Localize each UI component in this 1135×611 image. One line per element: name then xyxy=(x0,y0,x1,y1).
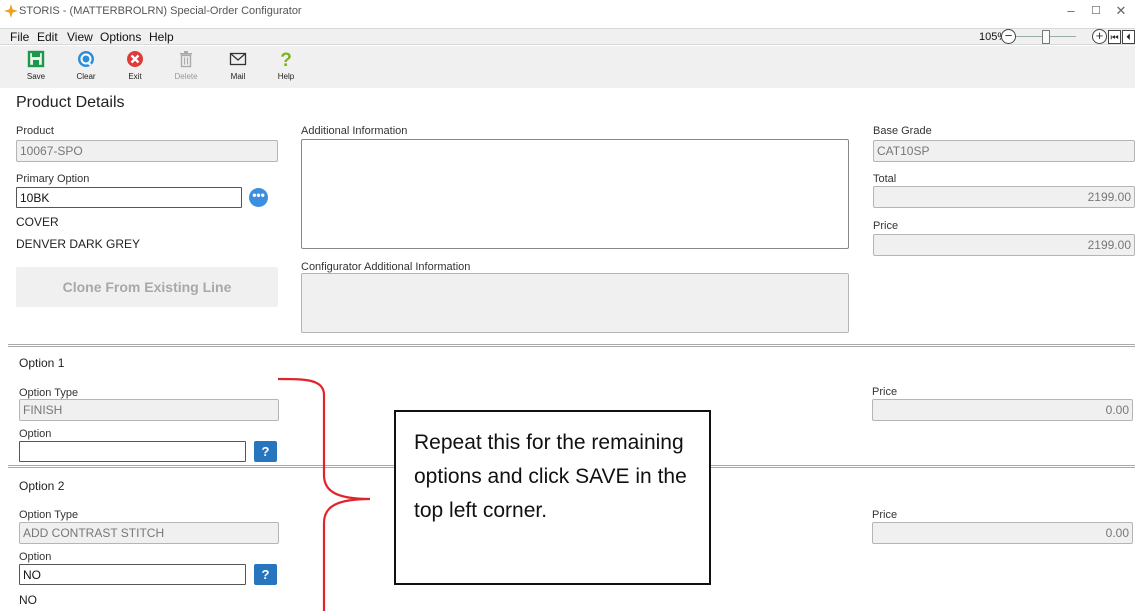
base-grade-label: Base Grade xyxy=(873,125,932,137)
option-1-heading: Option 1 xyxy=(19,356,65,370)
option-1-type-field: FINISH xyxy=(19,399,279,421)
minimize-button[interactable]: – xyxy=(1059,2,1083,20)
exit-icon xyxy=(127,51,143,67)
help-label: Help xyxy=(277,72,295,81)
clear-icon xyxy=(78,51,94,67)
zoom-in-button[interactable]: + xyxy=(1092,29,1107,44)
previous-page-icon[interactable]: ⏴ xyxy=(1122,30,1135,44)
menu-help[interactable]: Help xyxy=(149,29,174,45)
configurator-additional-information-label: Configurator Additional Information xyxy=(301,261,471,273)
menu-view[interactable]: View xyxy=(67,29,93,45)
exit-label: Exit xyxy=(128,72,142,81)
more-options-button[interactable]: ••• xyxy=(249,188,268,207)
option-2-option-input[interactable]: NO xyxy=(19,564,246,585)
base-grade-field: CAT10SP xyxy=(873,140,1135,162)
clear-label: Clear xyxy=(76,72,96,81)
help-toolbar-button[interactable]: ? Help xyxy=(266,50,306,81)
clone-from-existing-line-button[interactable]: Clone From Existing Line xyxy=(16,267,278,307)
mail-label: Mail xyxy=(230,72,246,81)
option-1-divider xyxy=(8,344,1135,347)
save-label: Save xyxy=(26,72,46,81)
window-title: STORIS - (MATTERBROLRN) Special-Order Co… xyxy=(19,5,302,17)
option-2-type-label: Option Type xyxy=(19,509,79,521)
mail-button[interactable]: Mail xyxy=(218,50,258,81)
primary-option-label: Primary Option xyxy=(16,173,90,185)
configurator-additional-information-textarea xyxy=(301,273,849,333)
option-2-type-field: ADD CONTRAST STITCH xyxy=(19,522,279,544)
svg-text:?: ? xyxy=(280,50,292,68)
product-label: Product xyxy=(16,125,54,137)
option-1-type-label: Option Type xyxy=(19,387,79,399)
first-page-icon[interactable]: ⏮ xyxy=(1108,30,1121,44)
save-icon xyxy=(27,50,45,68)
price-label: Price xyxy=(873,220,899,232)
additional-information-textarea[interactable] xyxy=(301,139,849,249)
storis-logo-icon xyxy=(4,4,18,18)
menu-file[interactable]: File xyxy=(10,29,29,45)
option-2-price-field: 0.00 xyxy=(872,522,1133,544)
zoom-out-button[interactable]: − xyxy=(1001,29,1016,44)
close-window-button[interactable]: ✕ xyxy=(1109,2,1133,20)
option-1-option-label: Option xyxy=(19,428,52,440)
question-mark-icon: ? xyxy=(280,50,292,68)
save-button[interactable]: Save xyxy=(16,50,56,81)
primary-option-input[interactable]: 10BK xyxy=(16,187,242,208)
option-2-description: NO xyxy=(19,593,37,607)
trash-icon xyxy=(180,51,192,68)
option-2-price-label: Price xyxy=(872,509,898,521)
option-2-option-label: Option xyxy=(19,551,52,563)
product-field: 10067-SPO xyxy=(16,140,278,162)
zoom-slider-thumb[interactable] xyxy=(1042,30,1050,44)
clear-button[interactable]: Clear xyxy=(66,50,106,81)
menu-edit[interactable]: Edit xyxy=(37,29,58,45)
exit-button[interactable]: Exit xyxy=(115,50,155,81)
cover-text: COVER xyxy=(16,215,59,229)
mail-icon xyxy=(229,52,247,66)
delete-label: Delete xyxy=(174,72,198,81)
option-1-price-field: 0.00 xyxy=(872,399,1133,421)
total-field: 2199.00 xyxy=(873,186,1135,208)
delete-button[interactable]: Delete xyxy=(166,50,206,81)
maximize-button[interactable]: ☐ xyxy=(1084,2,1108,20)
red-bracket-annotation xyxy=(277,377,371,611)
option-2-heading: Option 2 xyxy=(19,479,65,493)
cover-description: DENVER DARK GREY xyxy=(16,237,141,251)
menu-options[interactable]: Options xyxy=(100,29,141,45)
option-1-option-input[interactable] xyxy=(19,441,246,462)
total-label: Total xyxy=(873,173,897,185)
additional-information-label: Additional Information xyxy=(301,125,408,137)
option-1-price-label: Price xyxy=(872,386,898,398)
price-field: 2199.00 xyxy=(873,234,1135,256)
instruction-callout: Repeat this for the remaining options an… xyxy=(394,410,711,585)
product-details-heading: Product Details xyxy=(16,94,125,111)
